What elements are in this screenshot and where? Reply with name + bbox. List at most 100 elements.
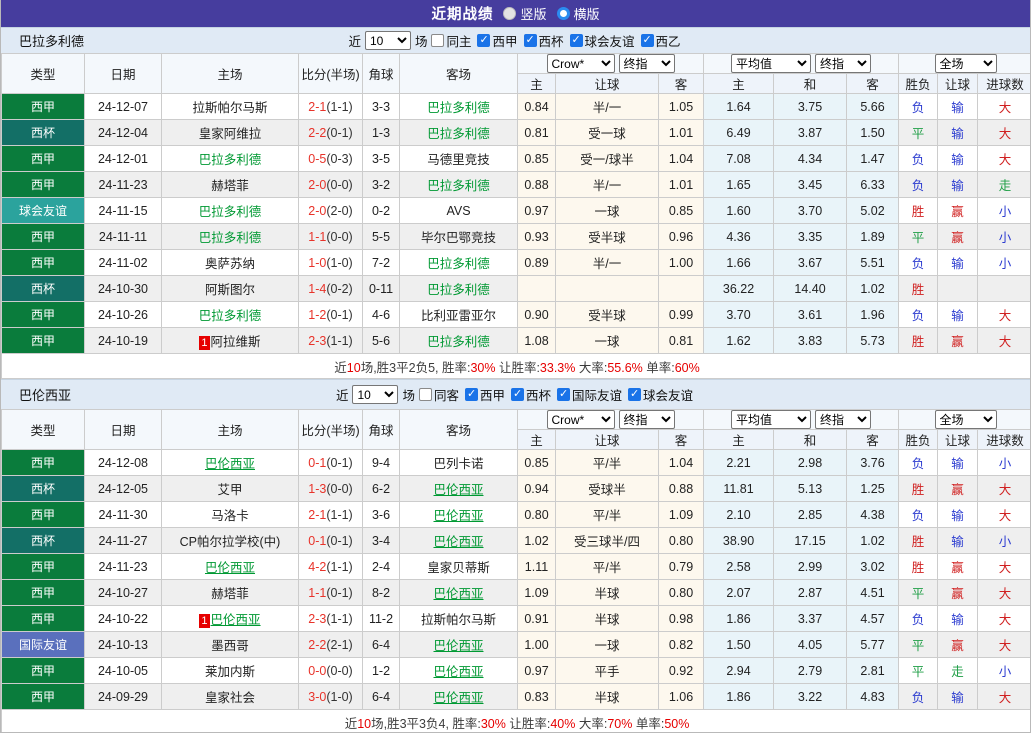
avg-draw-cell: 14.40 bbox=[773, 275, 848, 302]
home-team-cell: 艾甲 bbox=[161, 475, 299, 502]
team-link[interactable]: 巴伦西亚 bbox=[211, 613, 261, 627]
games-count-select[interactable]: 10 bbox=[352, 385, 399, 404]
filter-checkbox-西甲[interactable]: 西甲 bbox=[464, 385, 505, 404]
checkbox-label[interactable]: 国际友谊 bbox=[572, 385, 622, 404]
result-handicap-cell: 走 bbox=[937, 657, 979, 684]
avg-final-select[interactable]: 终指 bbox=[815, 54, 872, 73]
avg-source-select[interactable]: 平均值 bbox=[731, 54, 812, 73]
result-goals-cell: 小 bbox=[977, 249, 1030, 276]
rank-badge: 1 bbox=[199, 336, 210, 350]
checkbox-icon[interactable] bbox=[557, 388, 571, 401]
team-link[interactable]: 巴伦西亚 bbox=[433, 587, 483, 601]
filter-checkbox-国际友谊[interactable]: 国际友谊 bbox=[557, 385, 622, 404]
checkbox-label[interactable]: 西甲 bbox=[492, 31, 517, 50]
radio-horizontal-label[interactable]: 横版 bbox=[574, 4, 600, 23]
avg-final-select[interactable]: 终指 bbox=[815, 410, 872, 429]
odds-source-select[interactable]: Crow* bbox=[546, 410, 615, 429]
layout-option-vertical[interactable]: 竖版 bbox=[503, 4, 547, 23]
away-team-cell: 巴伦西亚 bbox=[399, 683, 518, 710]
odds-away-cell: 0.96 bbox=[657, 223, 705, 250]
checkbox-label[interactable]: 同主 bbox=[446, 31, 471, 50]
filter-checkbox-同主[interactable]: 同主 bbox=[431, 31, 471, 50]
team-link[interactable]: 巴拉多利德 bbox=[199, 309, 262, 323]
team-link[interactable]: 巴拉多利德 bbox=[427, 101, 490, 115]
odds-final-select[interactable]: 终指 bbox=[618, 410, 675, 429]
team-link[interactable]: 巴拉多利德 bbox=[427, 257, 490, 271]
checkbox-label[interactable]: 西乙 bbox=[656, 31, 681, 50]
checkbox-icon[interactable] bbox=[431, 34, 445, 47]
avg-away-cell: 3.02 bbox=[846, 553, 900, 580]
team-link[interactable]: 巴伦西亚 bbox=[433, 483, 483, 497]
handicap-cell: 半球 bbox=[555, 683, 659, 710]
team-link[interactable]: 巴伦西亚 bbox=[205, 561, 255, 575]
odds-final-select[interactable]: 终指 bbox=[618, 54, 675, 73]
team-link[interactable]: 巴伦西亚 bbox=[433, 691, 483, 705]
team-link[interactable]: 巴拉多利德 bbox=[427, 127, 490, 141]
team-link[interactable]: 巴伦西亚 bbox=[433, 509, 483, 523]
team-link[interactable]: 巴伦西亚 bbox=[205, 457, 255, 471]
radio-horizontal-icon[interactable] bbox=[556, 7, 570, 20]
team-link[interactable]: 巴拉多利德 bbox=[199, 205, 262, 219]
odds-home-cell: 0.90 bbox=[517, 301, 556, 328]
result-handicap-cell: 输 bbox=[937, 449, 979, 476]
checkbox-label[interactable]: 同客 bbox=[434, 385, 459, 404]
checkbox-label[interactable]: 球会友谊 bbox=[585, 31, 635, 50]
team-link[interactable]: 巴拉多利德 bbox=[427, 179, 490, 193]
checkbox-label[interactable]: 西杯 bbox=[539, 31, 564, 50]
avg-source-select[interactable]: 平均值 bbox=[731, 410, 812, 429]
filter-checkbox-西杯[interactable]: 西杯 bbox=[511, 385, 551, 404]
home-team-cell: 巴伦西亚 bbox=[161, 449, 299, 476]
team-link[interactable]: 巴伦西亚 bbox=[433, 639, 483, 653]
corner-cell: 11-2 bbox=[362, 605, 400, 632]
filter-checkbox-西甲[interactable]: 西甲 bbox=[477, 31, 518, 50]
checkbox-icon[interactable] bbox=[640, 34, 654, 47]
checkbox-icon[interactable] bbox=[511, 388, 524, 401]
team-link[interactable]: 巴拉多利德 bbox=[427, 283, 490, 297]
team-link[interactable]: 巴拉多利德 bbox=[199, 153, 262, 167]
team-link: 马德里竞技 bbox=[427, 153, 490, 167]
fulltime-score: 1-3 bbox=[308, 481, 327, 496]
team-link[interactable]: 巴伦西亚 bbox=[433, 535, 483, 549]
checkbox-label[interactable]: 球会友谊 bbox=[643, 385, 693, 404]
filter-checkbox-球会友谊[interactable]: 球会友谊 bbox=[628, 385, 693, 404]
games-count-select[interactable]: 10 bbox=[364, 31, 411, 50]
home-team-cell: 皇家阿维拉 bbox=[161, 119, 299, 146]
layout-option-horizontal[interactable]: 横版 bbox=[556, 4, 600, 23]
radio-vertical-label[interactable]: 竖版 bbox=[520, 4, 546, 23]
team-link[interactable]: 巴拉多利德 bbox=[199, 231, 262, 245]
checkbox-label[interactable]: 西甲 bbox=[480, 385, 505, 404]
checkbox-icon[interactable] bbox=[464, 388, 478, 401]
checkbox-icon[interactable] bbox=[569, 34, 583, 47]
col-home: 主场 bbox=[161, 409, 299, 450]
scope-group: 全场 bbox=[898, 409, 1030, 430]
col-score: 比分(半场) bbox=[298, 53, 363, 94]
radio-vertical-icon[interactable] bbox=[503, 7, 517, 20]
avg-draw-cell: 2.85 bbox=[773, 501, 848, 528]
page-title: 近期战绩 bbox=[431, 7, 494, 23]
avg-away-cell: 1.25 bbox=[846, 475, 900, 502]
recent-results-page: 近期战绩 竖版 横版 巴拉多利德近10场同主西甲西杯球会友谊西乙类型日期主场比分… bbox=[0, 0, 1031, 733]
result-handicap-cell: 输 bbox=[937, 683, 979, 710]
type-cell: 西甲 bbox=[1, 327, 85, 354]
filter-checkbox-西乙[interactable]: 西乙 bbox=[640, 31, 681, 50]
result-handicap-cell: 输 bbox=[937, 501, 979, 528]
fulltime-score: 2-3 bbox=[308, 333, 327, 348]
checkbox-icon[interactable] bbox=[477, 34, 491, 47]
summary-cell: 近10场,胜3平2负5, 胜率:30% 让胜率:33.3% 大率:55.6% 单… bbox=[1, 353, 1030, 379]
team-link[interactable]: 巴伦西亚 bbox=[433, 665, 483, 679]
filter-checkbox-同客[interactable]: 同客 bbox=[418, 385, 459, 404]
checkbox-icon[interactable] bbox=[418, 388, 432, 401]
corner-cell: 3-2 bbox=[362, 171, 400, 198]
team-link[interactable]: 巴拉多利德 bbox=[427, 335, 490, 349]
scope-select[interactable]: 全场 bbox=[934, 410, 997, 429]
filter-checkbox-球会友谊[interactable]: 球会友谊 bbox=[569, 31, 635, 50]
fulltime-score: 2-0 bbox=[308, 203, 327, 218]
filter-checkbox-西杯[interactable]: 西杯 bbox=[523, 31, 564, 50]
fulltime-score: 2-1 bbox=[308, 99, 327, 114]
scope-select[interactable]: 全场 bbox=[934, 54, 997, 73]
corner-cell: 7-2 bbox=[362, 249, 400, 276]
odds-source-select[interactable]: Crow* bbox=[546, 54, 615, 73]
checkbox-icon[interactable] bbox=[523, 34, 537, 47]
checkbox-icon[interactable] bbox=[628, 388, 642, 401]
checkbox-label[interactable]: 西杯 bbox=[526, 385, 551, 404]
